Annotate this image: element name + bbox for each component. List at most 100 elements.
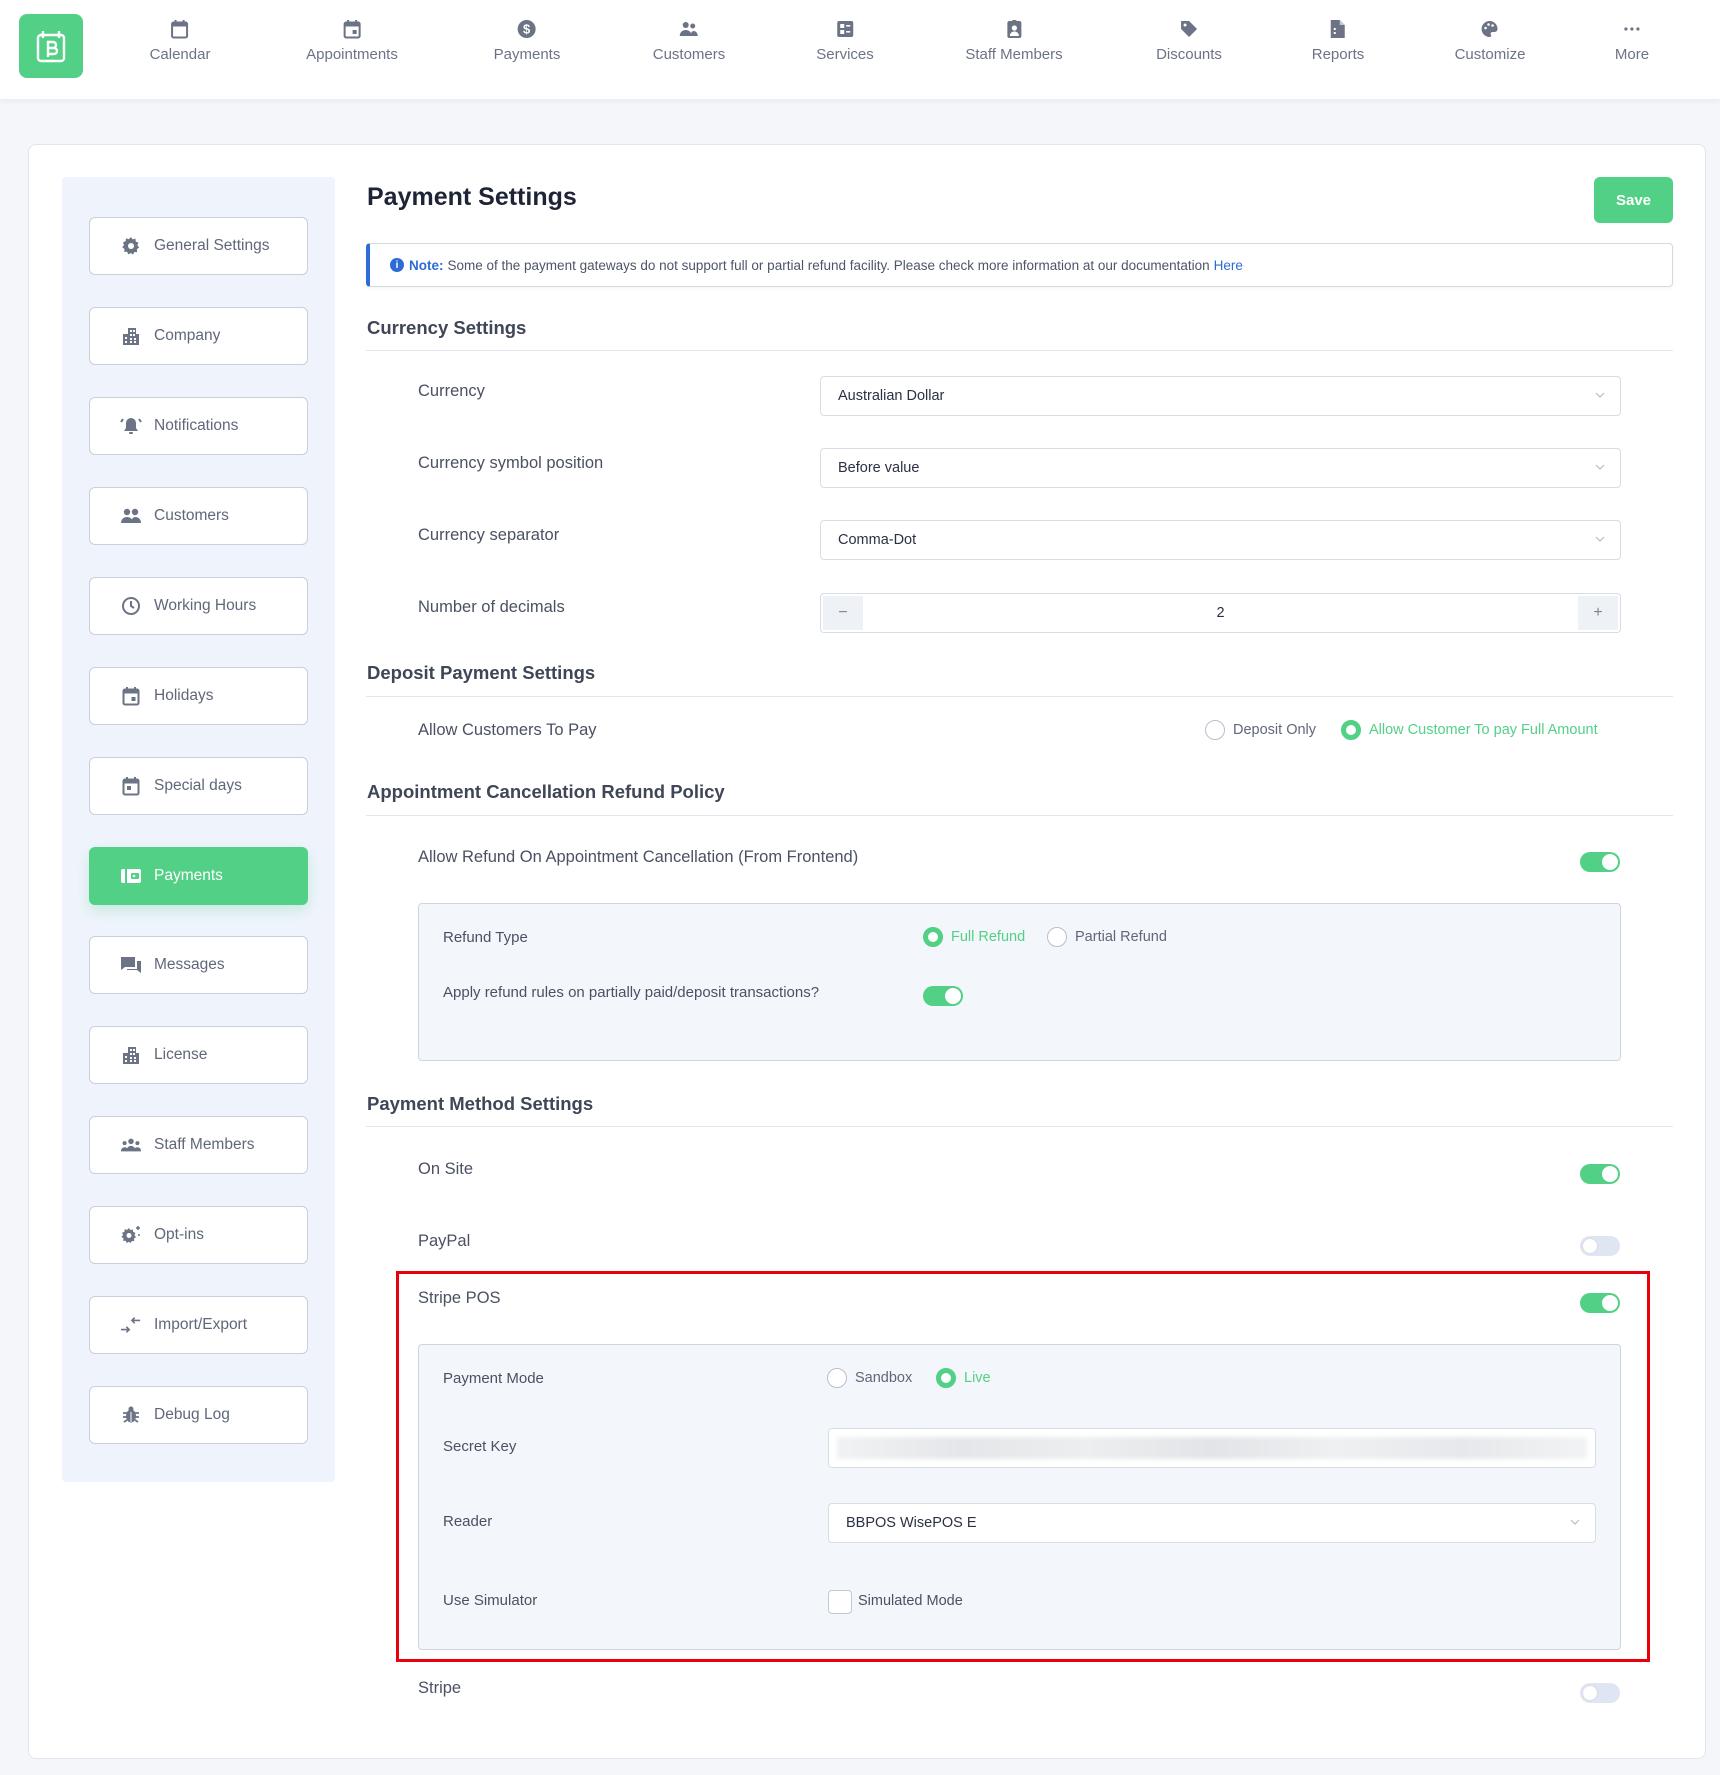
nav-label: Payments <box>493 46 561 63</box>
simulated-mode-label: Simulated Mode <box>858 1593 963 1609</box>
sidebar-item-label: Debug Log <box>154 1406 230 1423</box>
sidebar-item-general-settings[interactable]: General Settings <box>89 217 308 275</box>
nav-reports[interactable]: Reports <box>1312 18 1364 63</box>
top-navigation: Calendar Appointments $ Payments Custome… <box>0 0 1720 99</box>
reader-select[interactable]: BBPOS WisePOS E <box>828 1503 1596 1543</box>
use-simulator-label: Use Simulator <box>443 1592 538 1609</box>
stripe-label: Stripe <box>418 1679 462 1697</box>
section-divider <box>366 350 1673 351</box>
bug-icon <box>120 1404 142 1426</box>
sidebar-item-debug-log[interactable]: Debug Log <box>89 1386 308 1444</box>
separator-label: Currency separator <box>418 526 560 544</box>
chat-icon <box>120 954 142 976</box>
decimals-value[interactable]: 2 <box>861 594 1580 632</box>
calendar-icon <box>169 18 191 40</box>
sidebar-item-holidays[interactable]: Holidays <box>89 667 308 725</box>
radio-label: Partial Refund <box>1075 929 1167 945</box>
sidebar-item-payments[interactable]: Payments <box>89 847 308 905</box>
radio-circle <box>923 927 943 947</box>
radio-circle <box>1047 927 1067 947</box>
sidebar-item-company[interactable]: Company <box>89 307 308 365</box>
sidebar-item-messages[interactable]: Messages <box>89 936 308 994</box>
chevron-down-icon <box>1595 464 1605 470</box>
section-heading-refund: Appointment Cancellation Refund Policy <box>367 781 725 802</box>
radio-deposit-only[interactable]: Deposit Only <box>1205 720 1316 740</box>
nav-services[interactable]: Services <box>816 18 874 63</box>
sidebar-item-notifications[interactable]: Notifications <box>89 397 308 455</box>
sidebar-item-working-hours[interactable]: Working Hours <box>89 577 308 635</box>
sidebar-item-opt-ins[interactable]: Opt-ins <box>89 1206 308 1264</box>
sidebar-item-label: Company <box>154 327 221 344</box>
sidebar-item-label: Import/Export <box>154 1316 248 1333</box>
stripe-pos-label: Stripe POS <box>418 1289 501 1307</box>
separator-select[interactable]: Comma-Dot <box>820 520 1621 560</box>
palette-icon <box>1479 18 1501 40</box>
sidebar-item-label: Customers <box>154 507 229 524</box>
nav-appointments[interactable]: Appointments <box>306 18 398 63</box>
apply-refund-rules-toggle[interactable] <box>923 986 963 1006</box>
section-divider <box>366 815 1673 816</box>
radio-circle <box>827 1368 847 1388</box>
separator-value: Comma-Dot <box>838 532 917 548</box>
paypal-toggle[interactable] <box>1580 1236 1620 1256</box>
nav-more[interactable]: More <box>1615 18 1649 63</box>
sidebar-item-label: License <box>154 1046 208 1063</box>
sidebar-item-staff-members[interactable]: Staff Members <box>89 1116 308 1174</box>
apply-refund-rules-label: Apply refund rules on partially paid/dep… <box>443 984 820 1001</box>
symbol-position-value: Before value <box>838 460 920 476</box>
radio-circle <box>1205 720 1225 740</box>
decrement-button[interactable]: − <box>823 596 863 630</box>
app-logo[interactable] <box>19 14 83 78</box>
increment-button[interactable]: + <box>1578 596 1618 630</box>
stripe-pos-settings-panel <box>418 1344 1621 1650</box>
sidebar-item-label: Messages <box>154 956 225 973</box>
section-divider <box>366 696 1673 697</box>
section-heading-deposit: Deposit Payment Settings <box>367 662 596 683</box>
dollar-icon: $ <box>516 18 538 40</box>
radio-sandbox[interactable]: Sandbox <box>827 1368 912 1388</box>
radio-label: Live <box>964 1370 991 1386</box>
allow-refund-toggle[interactable] <box>1580 852 1620 872</box>
nav-customize[interactable]: Customize <box>1455 18 1525 63</box>
simulated-mode-checkbox[interactable] <box>828 1590 852 1614</box>
sidebar-item-import-export[interactable]: Import/Export <box>89 1296 308 1354</box>
page-title: Payment Settings <box>367 183 577 211</box>
logo-icon <box>36 31 66 63</box>
nav-calendar[interactable]: Calendar <box>149 18 211 63</box>
sidebar-item-special-days[interactable]: Special days <box>89 757 308 815</box>
redacted-secret <box>837 1437 1587 1459</box>
currency-select[interactable]: Australian Dollar <box>820 376 1621 416</box>
allow-customers-pay-label: Allow Customers To Pay <box>418 721 597 739</box>
sidebar-item-license[interactable]: License <box>89 1026 308 1084</box>
sidebar-item-label: Payments <box>154 867 223 884</box>
documentation-link[interactable]: Here <box>1214 258 1243 273</box>
nav-payments[interactable]: $ Payments <box>493 18 561 63</box>
nav-label: Discounts <box>1156 46 1222 63</box>
radio-partial-refund[interactable]: Partial Refund <box>1047 927 1167 947</box>
decimals-stepper: − 2 + <box>820 593 1621 633</box>
sidebar-item-label: Working Hours <box>154 597 257 614</box>
sidebar-item-label: Staff Members <box>154 1136 255 1153</box>
sidebar-item-label: Special days <box>154 777 242 794</box>
radio-live[interactable]: Live <box>936 1368 991 1388</box>
onsite-toggle[interactable] <box>1580 1164 1620 1184</box>
sidebar-item-customers[interactable]: Customers <box>89 487 308 545</box>
nav-label: Calendar <box>149 46 211 63</box>
nav-discounts[interactable]: Discounts <box>1156 18 1222 63</box>
radio-full-amount[interactable]: Allow Customer To pay Full Amount <box>1341 720 1598 740</box>
stripe-pos-toggle[interactable] <box>1580 1293 1620 1313</box>
nav-staff-members[interactable]: Staff Members <box>965 18 1063 63</box>
nav-customers[interactable]: Customers <box>653 18 725 63</box>
calendar-day-icon <box>120 775 142 797</box>
stripe-toggle[interactable] <box>1580 1683 1620 1703</box>
save-button[interactable]: Save <box>1594 177 1673 223</box>
radio-label: Sandbox <box>855 1370 913 1386</box>
secret-key-input[interactable] <box>828 1428 1596 1468</box>
appointment-icon <box>341 18 363 40</box>
radio-full-refund[interactable]: Full Refund <box>923 927 1025 947</box>
info-icon: i <box>390 258 404 272</box>
symbol-position-select[interactable]: Before value <box>820 448 1621 488</box>
note-text: Some of the payment gateways do not supp… <box>447 257 1210 273</box>
note-label: Note: <box>409 257 444 273</box>
users-icon <box>120 505 142 527</box>
